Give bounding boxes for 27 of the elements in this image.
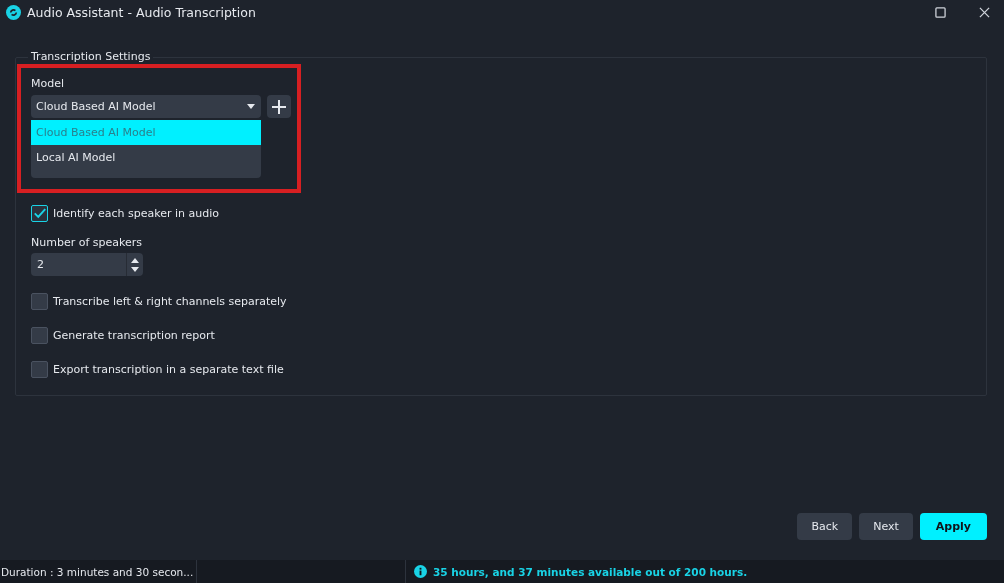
- dropdown-option[interactable]: Local AI Model: [31, 145, 261, 170]
- checkbox-label: Identify each speaker in audio: [53, 206, 220, 220]
- duration-text: Duration : 3 minutes and 30 secon...: [0, 560, 197, 583]
- field-label: Model: [31, 77, 66, 90]
- checkbox-label: Generate transcription report: [53, 328, 215, 342]
- window-title: Audio Assistant - Audio Transcription: [27, 5, 256, 20]
- availability-text: 35 hours, and 37 minutes available out of 200 hours.: [433, 565, 748, 578]
- info-icon: [414, 565, 427, 578]
- close-icon[interactable]: [979, 7, 990, 18]
- checkbox[interactable]: [31, 360, 48, 378]
- field-label: Number of speakers: [31, 236, 143, 249]
- dialog-button[interactable]: Back: [797, 513, 853, 540]
- checkbox[interactable]: [31, 204, 48, 222]
- number-field[interactable]: 2: [31, 253, 143, 276]
- group-title: Transcription Settings: [28, 50, 154, 63]
- app-logo-icon: [6, 5, 21, 20]
- plus-icon: [272, 99, 286, 114]
- dialog-button[interactable]: Next: [859, 513, 913, 540]
- checkbox[interactable]: [31, 292, 48, 310]
- maximize-icon[interactable]: [935, 7, 946, 18]
- checkbox-label: Transcribe left & right channels separately: [53, 294, 287, 308]
- checkbox[interactable]: [31, 326, 48, 344]
- checkbox-label: Export transcription in a separate text file: [53, 362, 284, 376]
- dialog-button[interactable]: Apply: [919, 513, 987, 540]
- model-dropdown[interactable]: Cloud Based AI Model: [31, 95, 261, 118]
- add-button[interactable]: [267, 95, 291, 118]
- caret-icon: [247, 104, 255, 109]
